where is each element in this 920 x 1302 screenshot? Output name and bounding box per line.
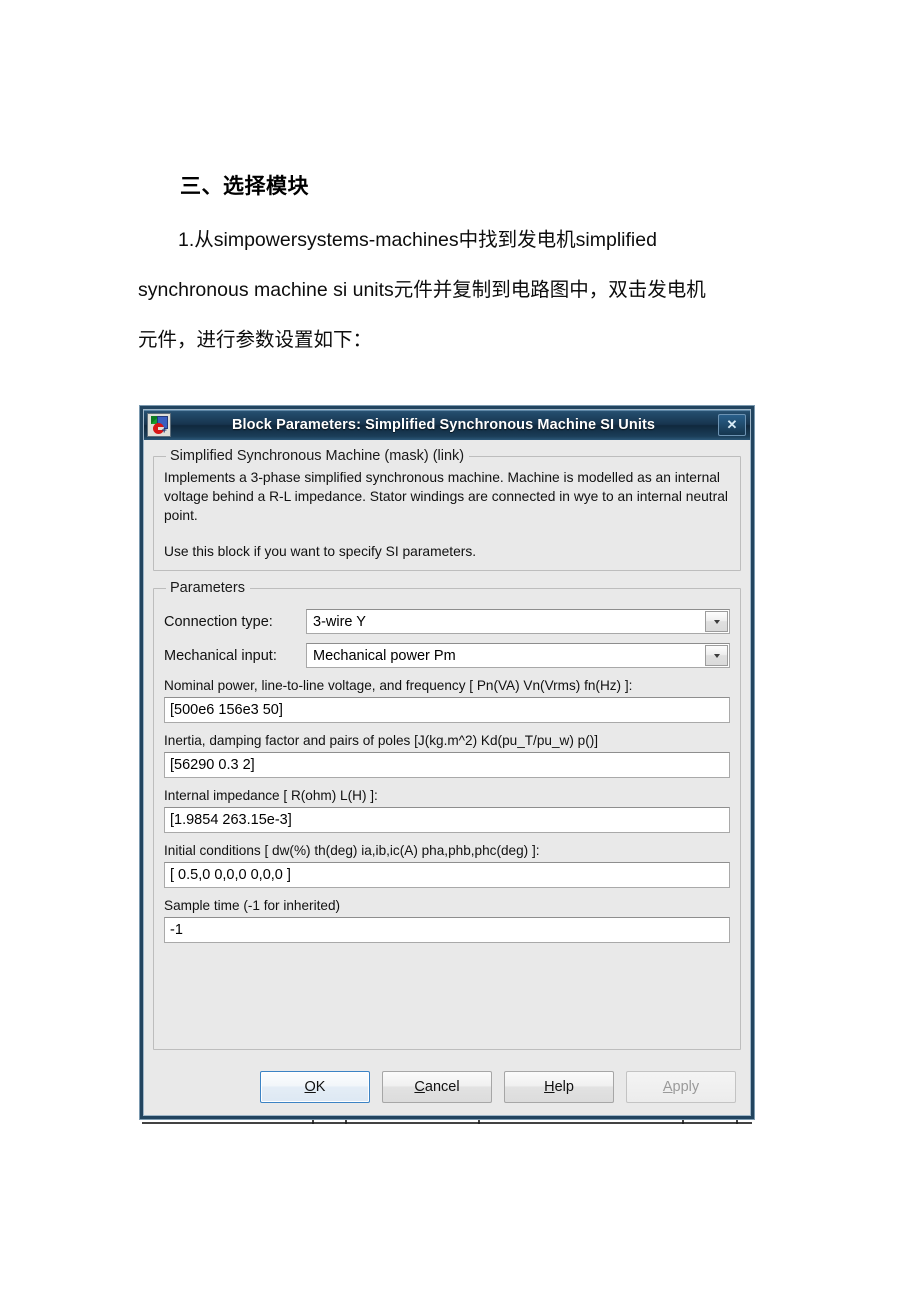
apply-button: Apply	[626, 1071, 736, 1103]
mechanical-input-select[interactable]: Mechanical power Pm	[306, 643, 730, 668]
parameters-group-legend: Parameters	[170, 580, 245, 596]
apply-button-mnemonic: A	[662, 1079, 673, 1095]
connection-type-value: 3-wire Y	[313, 613, 366, 630]
help-button-mnemonic: H	[544, 1079, 555, 1095]
inertia-field: Inertia, damping factor and pairs of pol…	[164, 733, 730, 778]
connection-type-select[interactable]: 3-wire Y	[306, 609, 730, 634]
dialog-titlebar[interactable]: + Block Parameters: Simplified Synchrono…	[144, 410, 750, 440]
nominal-power-field: Nominal power, line-to-line voltage, and…	[164, 678, 730, 723]
sample-time-label: Sample time (-1 for inherited)	[164, 898, 341, 913]
help-button[interactable]: Help	[504, 1071, 614, 1103]
ok-button-mnemonic: O	[304, 1079, 316, 1095]
nominal-power-label: Nominal power, line-to-line voltage, and…	[164, 678, 633, 693]
parameters-group: Parameters Connection type: 3-wire Y Mec…	[153, 580, 741, 1050]
description-group-legend: Simplified Synchronous Machine (mask) (l…	[170, 448, 465, 464]
sample-time-field: Sample time (-1 for inherited) -1	[164, 898, 730, 943]
initial-conditions-input[interactable]: [ 0.5,0 0,0,0 0,0,0 ]	[164, 862, 730, 888]
internal-impedance-input[interactable]: [1.9854 263.15e-3]	[164, 807, 730, 833]
description-paragraph-2: Use this block if you want to specify SI…	[164, 544, 477, 559]
nominal-power-input[interactable]: [500e6 156e3 50]	[164, 697, 730, 723]
dialog-body: Simplified Synchronous Machine (mask) (l…	[144, 440, 750, 1115]
paragraph-line-3: 元件，进行参数设置如下：	[138, 329, 373, 351]
cancel-button-label: ancel	[424, 1079, 460, 1095]
ok-button-label: K	[315, 1079, 326, 1095]
help-button-label: elp	[554, 1079, 574, 1095]
ok-button[interactable]: OK	[260, 1071, 370, 1103]
page-heading: 三、选择模块	[180, 175, 309, 198]
chevron-down-icon[interactable]	[705, 645, 728, 666]
cancel-button[interactable]: Cancel	[382, 1071, 492, 1103]
sample-time-input[interactable]: -1	[164, 917, 730, 943]
page-paragraph: 1.从simpowersystems-machines中找到发电机simplif…	[138, 215, 798, 365]
dialog-title: Block Parameters: Simplified Synchronous…	[231, 417, 656, 433]
chevron-down-icon[interactable]	[705, 611, 728, 632]
internal-impedance-field: Internal impedance [ R(ohm) L(H) ]: [1.9…	[164, 788, 730, 833]
cancel-button-mnemonic: C	[414, 1079, 425, 1095]
apply-button-label: pply	[672, 1079, 700, 1095]
block-parameters-dialog: + Block Parameters: Simplified Synchrono…	[140, 406, 754, 1119]
background-window-edge	[142, 1122, 752, 1124]
mechanical-input-label: Mechanical input:	[164, 647, 277, 664]
initial-conditions-label: Initial conditions [ dw(%) th(deg) ia,ib…	[164, 843, 540, 858]
simulink-block-icon: +	[147, 413, 171, 437]
connection-type-row: Connection type: 3-wire Y	[164, 609, 730, 634]
connection-type-label: Connection type:	[164, 613, 273, 630]
initial-conditions-field: Initial conditions [ dw(%) th(deg) ia,ib…	[164, 843, 730, 888]
mechanical-input-value: Mechanical power Pm	[313, 647, 456, 664]
paragraph-line-1: 1.从simpowersystems-machines中找到发电机simplif…	[178, 229, 657, 251]
description-group: Simplified Synchronous Machine (mask) (l…	[153, 448, 741, 571]
paragraph-line-2: synchronous machine si units元件并复制到电路图中，双…	[138, 279, 706, 301]
inertia-input[interactable]: [56290 0.3 2]	[164, 752, 730, 778]
close-icon[interactable]: ✕	[718, 414, 746, 436]
inertia-label: Inertia, damping factor and pairs of pol…	[164, 733, 599, 748]
dialog-footer: OK Cancel Help Apply	[153, 1059, 741, 1115]
mechanical-input-row: Mechanical input: Mechanical power Pm	[164, 643, 730, 668]
description-paragraph-1: Implements a 3-phase simplified synchron…	[164, 470, 728, 523]
internal-impedance-label: Internal impedance [ R(ohm) L(H) ]:	[164, 788, 378, 803]
